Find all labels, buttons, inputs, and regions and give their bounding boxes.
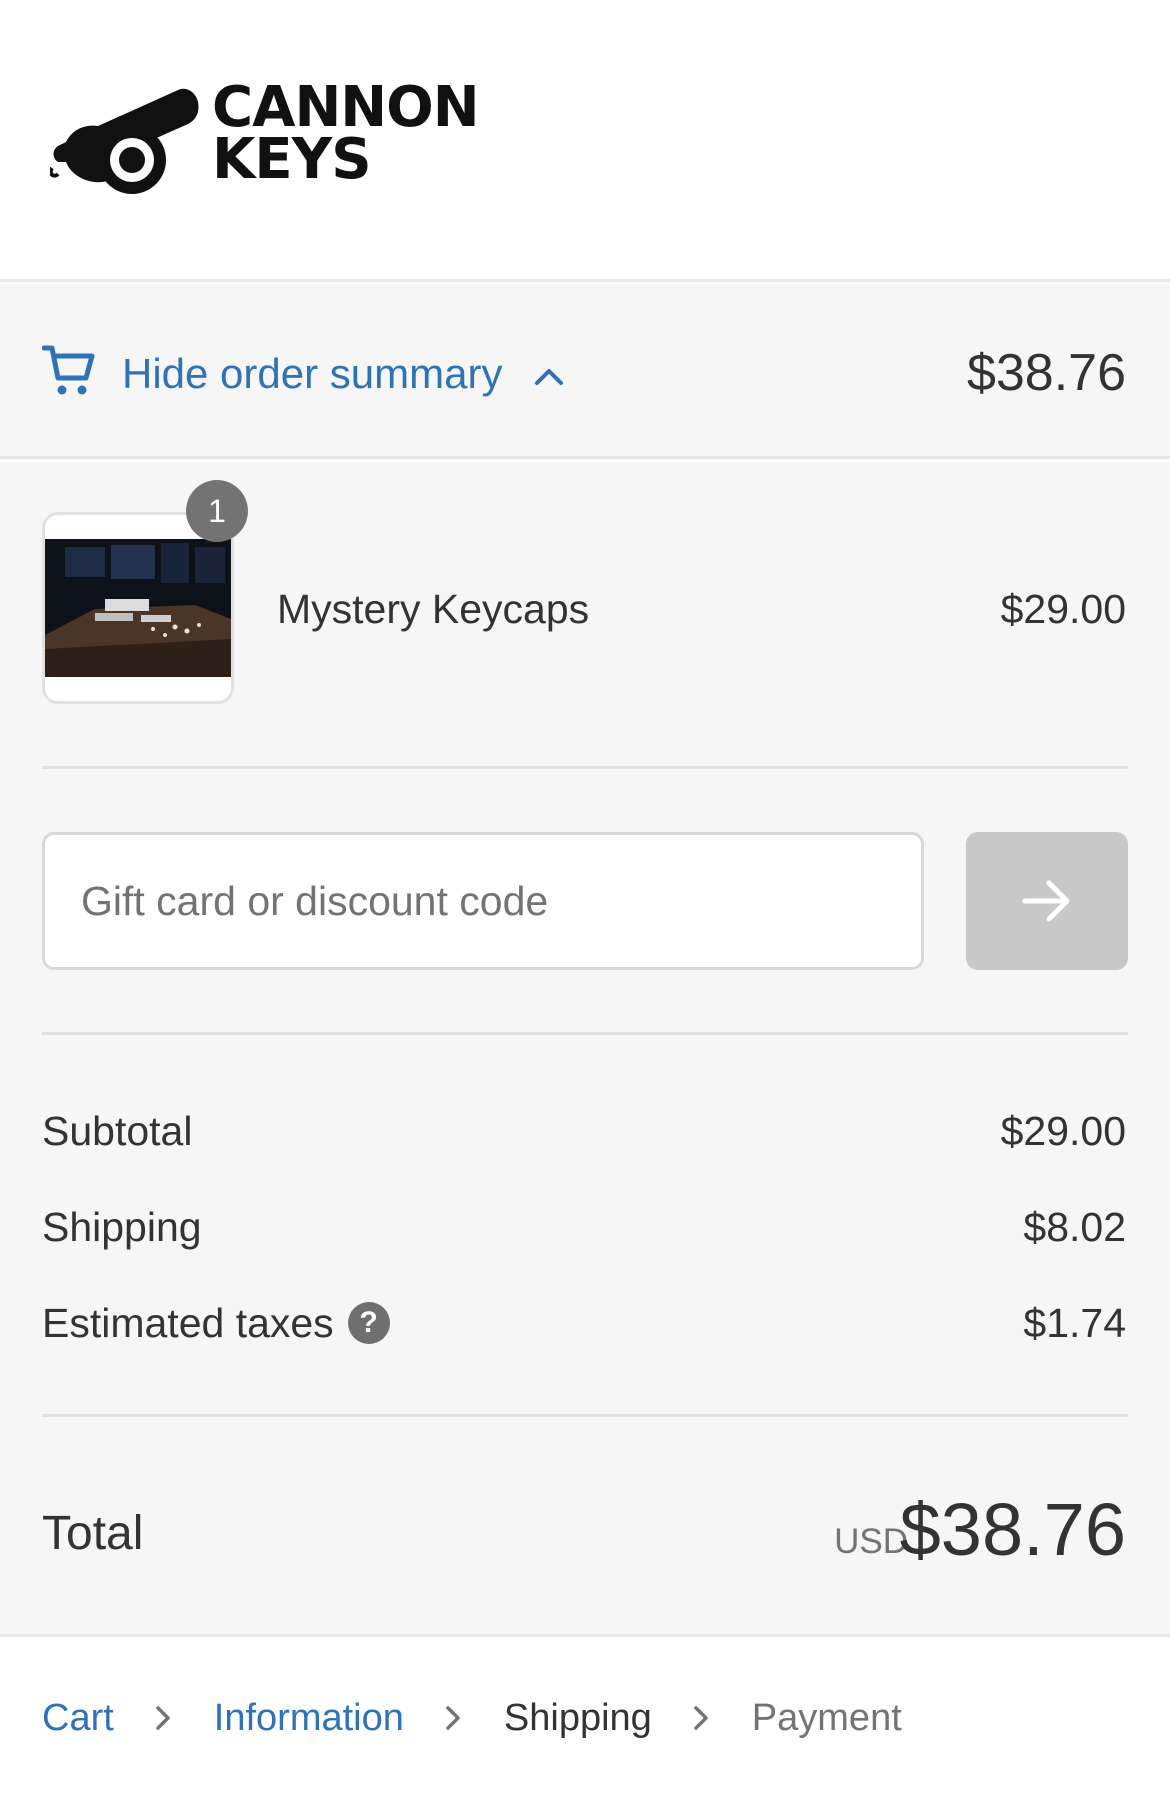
product-price: $29.00: [1000, 586, 1126, 632]
header: CANNON KEYS: [0, 0, 1170, 282]
subtotal-label: Subtotal: [42, 1108, 193, 1154]
shipping-label: Shipping: [42, 1204, 202, 1250]
estimated-taxes-row: Estimated taxes?: [42, 1298, 390, 1348]
logo-line-2: KEYS: [212, 127, 372, 192]
product-image: [45, 539, 231, 677]
breadcrumb-shipping: Shipping: [503, 1696, 652, 1739]
total-value: $38.76: [899, 1488, 1126, 1571]
product-name: Mystery Keycaps: [277, 586, 590, 632]
help-icon[interactable]: ?: [347, 1302, 390, 1345]
logo-wordmark: CANNON KEYS: [212, 80, 480, 192]
breadcrumb-information[interactable]: Information: [214, 1697, 404, 1740]
quantity-badge: 1: [186, 480, 248, 542]
summary-total: $38.76: [966, 344, 1126, 402]
chevron-right-icon: [446, 1706, 460, 1730]
arrow-right-icon: [1022, 880, 1070, 922]
breadcrumb-payment: Payment: [751, 1696, 902, 1739]
divider: [42, 1414, 1128, 1417]
divider: [42, 766, 1128, 769]
estimated-taxes-label: Estimated taxes: [42, 1300, 334, 1346]
cannon-keys-logo[interactable]: CANNON KEYS: [50, 78, 510, 198]
apply-discount-button[interactable]: [966, 832, 1128, 970]
shipping-value: $8.02: [1023, 1204, 1126, 1250]
hide-order-summary-label[interactable]: Hide order summary: [122, 348, 502, 400]
cart-icon: [42, 345, 95, 395]
chevron-up-icon: [535, 369, 563, 385]
chevron-right-icon: [156, 1706, 170, 1730]
breadcrumb: Cart Information Shipping Payment: [42, 1692, 902, 1744]
total-currency: USD: [834, 1522, 908, 1561]
chevron-right-icon: [694, 1706, 708, 1730]
product-thumbnail: [42, 512, 234, 704]
discount-code-input[interactable]: [42, 832, 924, 970]
breadcrumb-cart[interactable]: Cart: [42, 1697, 114, 1740]
subtotal-value: $29.00: [1000, 1108, 1126, 1154]
total-label: Total: [42, 1507, 144, 1560]
estimated-taxes-value: $1.74: [1023, 1300, 1126, 1346]
cannon-icon: [50, 88, 199, 194]
divider: [42, 1032, 1128, 1035]
